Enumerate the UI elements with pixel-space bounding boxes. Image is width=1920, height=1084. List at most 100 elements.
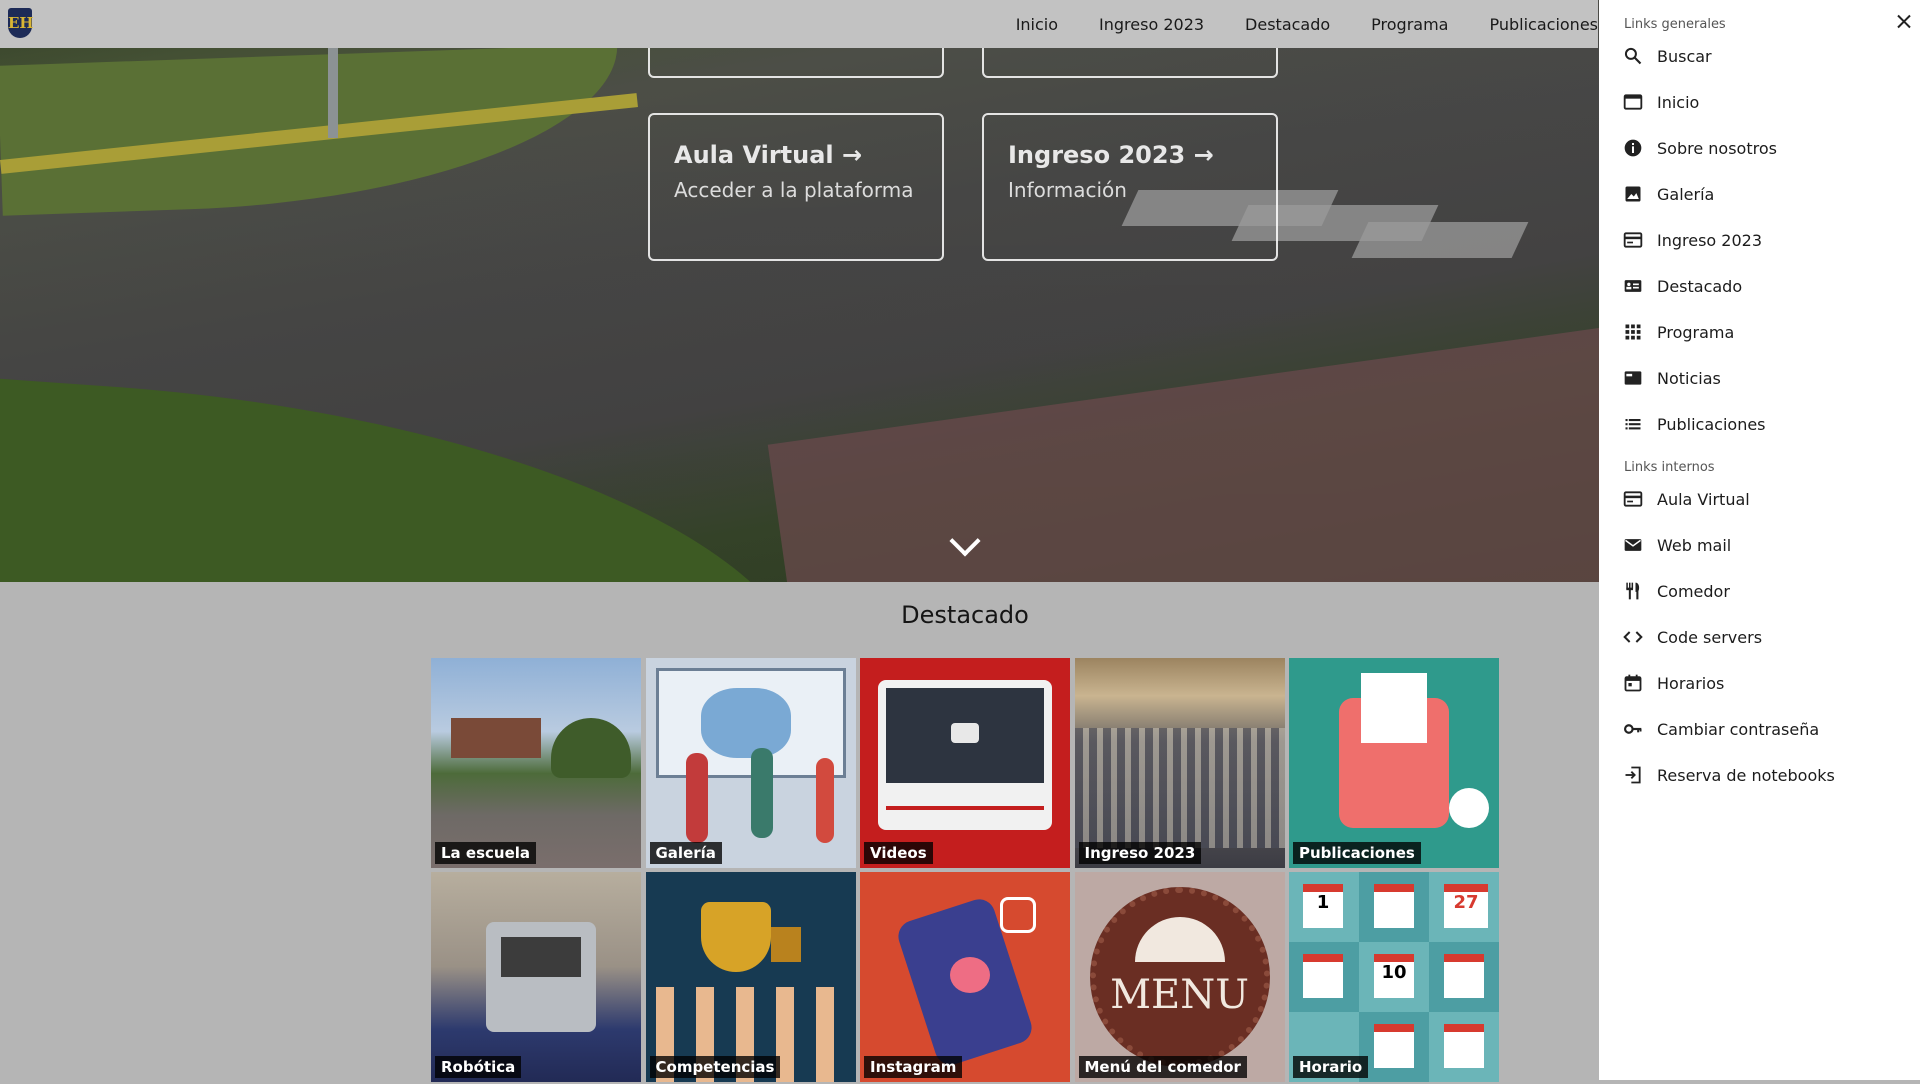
drawer-item-reserva-notebooks[interactable]: Reserva de notebooks	[1622, 760, 1902, 790]
hero-card-title: Aula Virtual →	[674, 141, 863, 169]
search-icon	[1622, 45, 1644, 67]
drawer-item-buscar[interactable]: Buscar	[1622, 41, 1902, 71]
drawer-item-comedor[interactable]: Comedor	[1622, 576, 1902, 606]
tile-label: Robótica	[435, 1056, 522, 1078]
grid-icon	[1622, 321, 1644, 343]
painting-shape	[700, 688, 791, 758]
top-navbar: EH Inicio Ingreso 2023 Destacado Program…	[0, 0, 1598, 48]
calendar-icon	[1374, 884, 1414, 928]
hero-card-ingreso[interactable]: Ingreso 2023 → Información	[982, 113, 1278, 261]
drawer-item-label: Sobre nosotros	[1657, 138, 1777, 158]
drawer-item-cambiar-contrasena[interactable]: Cambiar contraseña	[1622, 714, 1902, 744]
drawer-item-label: Horarios	[1657, 673, 1725, 693]
drawer-item-label: Cambiar contraseña	[1657, 719, 1820, 739]
calendar-icon: 27	[1444, 884, 1488, 928]
tile-label: La escuela	[435, 842, 537, 864]
drawer-item-horarios[interactable]: Horarios	[1622, 668, 1902, 698]
crosswalk-stripe	[1351, 222, 1529, 258]
top-nav-links: Inicio Ingreso 2023 Destacado Programa P…	[1016, 0, 1598, 48]
tile-label: Galería	[649, 842, 722, 864]
trophy-icon	[700, 902, 771, 972]
drawer-item-destacado[interactable]: Destacado	[1622, 271, 1902, 301]
tile-label: Videos	[864, 842, 933, 864]
instagram-icon	[1000, 897, 1036, 933]
drawer-item-label: Inicio	[1657, 92, 1700, 112]
school-building	[451, 718, 541, 758]
drawer-item-publicaciones[interactable]: Publicaciones	[1622, 409, 1902, 439]
drawer-heading-internal: Links internos	[1624, 460, 1715, 475]
tile-la-escuela[interactable]: La escuela	[431, 658, 641, 868]
hero-card-subtitle: Acceder a la plataforma	[674, 178, 914, 202]
tile-label: Horario	[1293, 1056, 1369, 1078]
featured-grid: La escuela Galería Videos Ingreso 2023 P…	[431, 658, 1499, 1084]
paper-sheet	[1361, 673, 1427, 743]
key-icon	[1622, 718, 1644, 740]
calendar-icon	[1444, 1024, 1484, 1068]
tile-instagram[interactable]: Instagram	[860, 872, 1070, 1082]
nav-publicaciones[interactable]: Publicaciones	[1489, 15, 1598, 34]
drawer-item-web-mail[interactable]: Web mail	[1622, 530, 1902, 560]
tile-label: Ingreso 2023	[1078, 842, 1202, 864]
trophy-base	[770, 927, 801, 962]
nav-destacado[interactable]: Destacado	[1245, 15, 1330, 34]
card-icon	[1622, 488, 1644, 510]
school-logo[interactable]: EH	[8, 8, 34, 38]
login-icon	[1622, 764, 1644, 786]
tile-galeria[interactable]: Galería	[645, 658, 856, 868]
tile-horario[interactable]: 1 27 10 Horario	[1289, 872, 1499, 1082]
tile-label: Competencias	[649, 1056, 781, 1078]
heart-icon	[950, 957, 990, 993]
close-icon[interactable]	[1892, 10, 1916, 34]
news-icon	[1622, 367, 1644, 389]
drawer-item-ingreso-2023[interactable]: Ingreso 2023	[1622, 225, 1902, 255]
tile-robotica[interactable]: Robótica	[431, 872, 641, 1082]
calendar-icon	[1374, 1024, 1414, 1068]
tile-ingreso-2023[interactable]: Ingreso 2023	[1074, 658, 1285, 868]
tree	[551, 718, 631, 778]
calendar-icon	[1622, 672, 1644, 694]
person-figure	[750, 748, 773, 838]
person-figure	[815, 758, 834, 843]
robot-body	[501, 937, 581, 977]
hero-card-subtitle: Información	[1008, 178, 1127, 202]
nav-ingreso-2023[interactable]: Ingreso 2023	[1099, 15, 1204, 34]
drawer-item-programa[interactable]: Programa	[1622, 317, 1902, 347]
drawer-item-label: Ingreso 2023	[1657, 230, 1763, 250]
calendar-icon	[1303, 954, 1343, 998]
calendar-icon	[1444, 954, 1484, 998]
hero-card-aula-virtual[interactable]: Aula Virtual → Acceder a la plataforma	[648, 113, 944, 261]
tile-publicaciones[interactable]: Publicaciones	[1289, 658, 1499, 868]
drawer-item-galeria[interactable]: Galería	[1622, 179, 1902, 209]
drawer-item-code-servers[interactable]: Code servers	[1622, 622, 1902, 652]
mail-icon	[1622, 534, 1644, 556]
drawer-item-label: Code servers	[1657, 627, 1763, 647]
image-icon	[1622, 183, 1644, 205]
person-figure	[685, 753, 708, 843]
info-icon	[1622, 137, 1644, 159]
hero-pole	[328, 48, 338, 138]
hero-grass-bottom	[0, 373, 828, 582]
coffee-cup	[1449, 788, 1489, 828]
students-rows	[1074, 728, 1285, 848]
menu-text: MENU	[1110, 972, 1249, 1018]
drawer-item-noticias[interactable]: Noticias	[1622, 363, 1902, 393]
code-icon	[1622, 626, 1644, 648]
drawer-heading-general: Links generales	[1624, 17, 1726, 32]
tile-menu-comedor[interactable]: MENU Menú del comedor	[1074, 872, 1285, 1082]
drawer-item-label: Publicaciones	[1657, 414, 1766, 434]
drawer-item-label: Web mail	[1657, 535, 1732, 555]
nav-programa[interactable]: Programa	[1371, 15, 1448, 34]
card-icon	[1622, 229, 1644, 251]
drawer-item-label: Galería	[1657, 184, 1715, 204]
list-icon	[1622, 413, 1644, 435]
nav-inicio[interactable]: Inicio	[1016, 15, 1058, 34]
drawer-item-aula-virtual[interactable]: Aula Virtual	[1622, 484, 1902, 514]
drawer-item-sobre-nosotros[interactable]: Sobre nosotros	[1622, 133, 1902, 163]
tile-competencias[interactable]: Competencias	[645, 872, 856, 1082]
play-icon	[951, 723, 979, 743]
drawer-item-inicio[interactable]: Inicio	[1622, 87, 1902, 117]
tile-videos[interactable]: Videos	[860, 658, 1070, 868]
calendar-icon: 10	[1374, 954, 1414, 998]
window-icon	[1622, 91, 1644, 113]
featured-icon	[1622, 275, 1644, 297]
